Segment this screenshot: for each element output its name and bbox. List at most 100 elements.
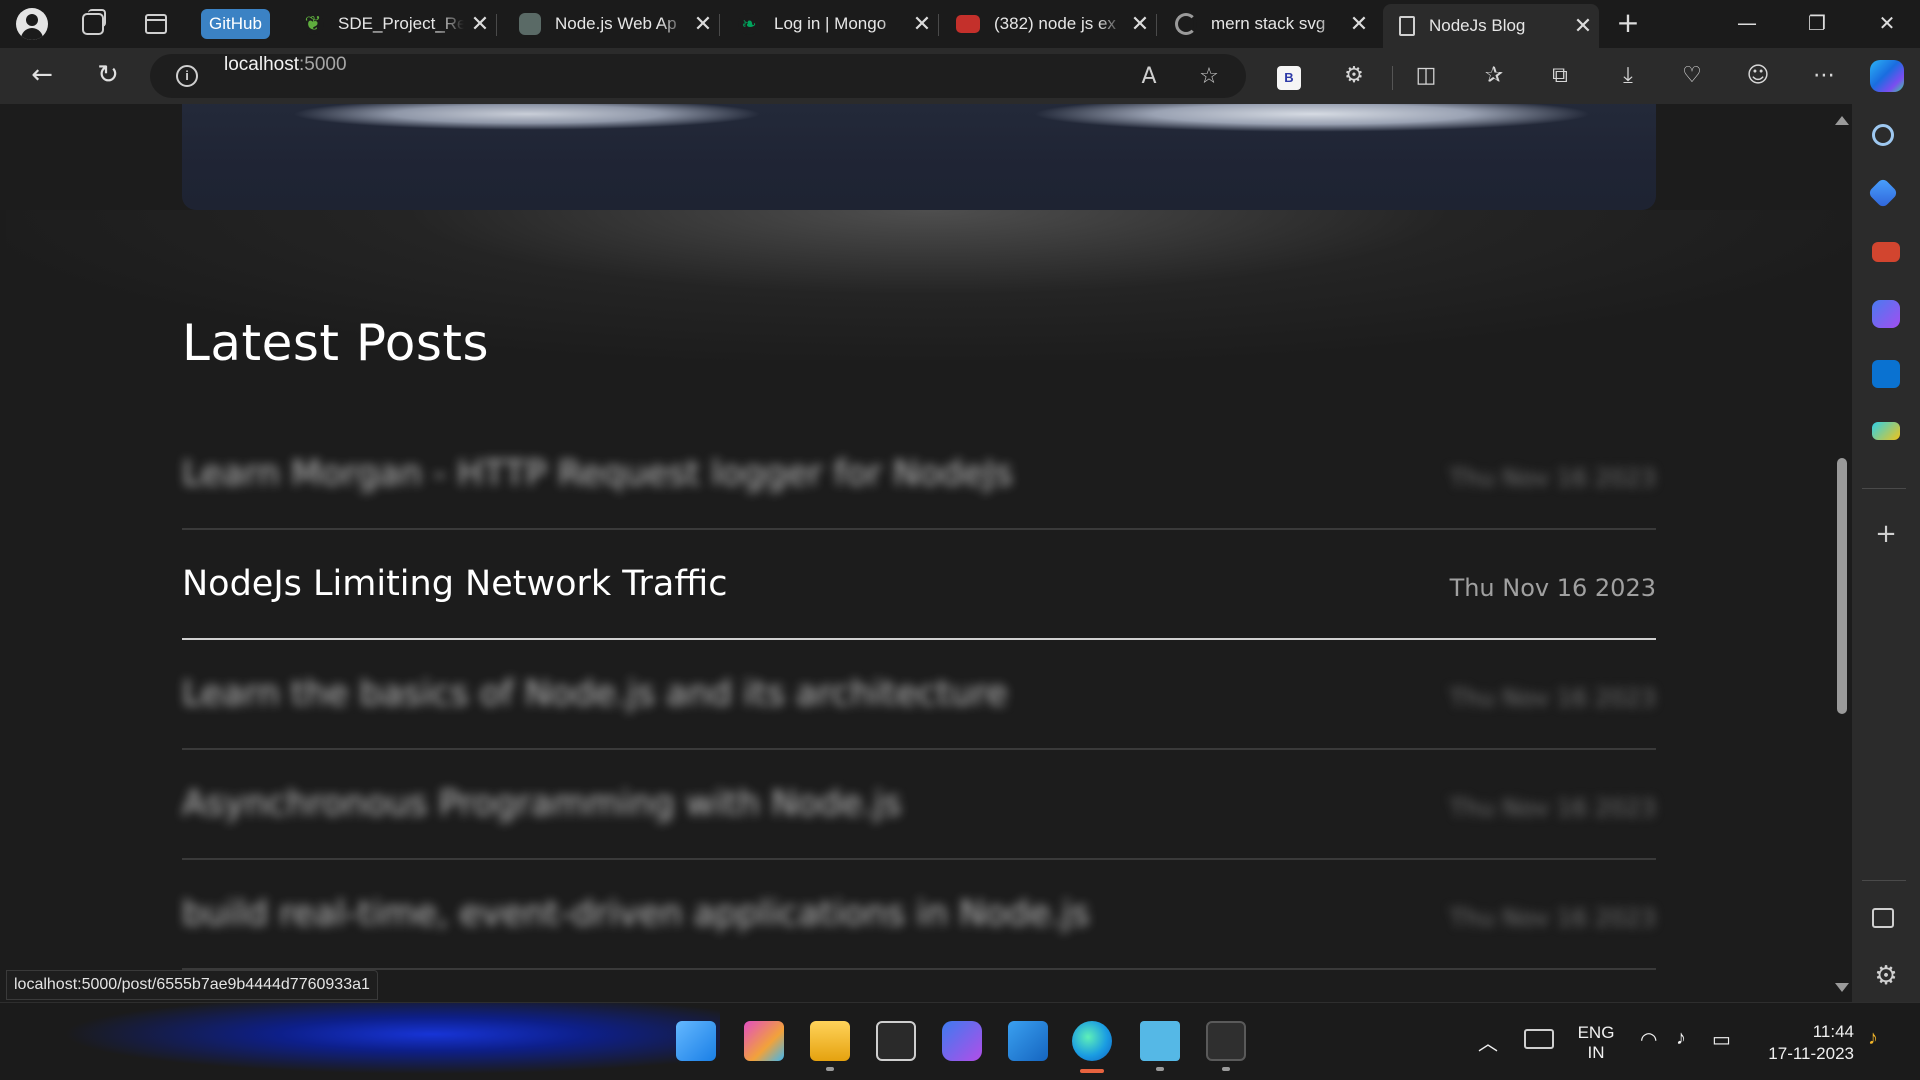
site-info-icon[interactable]: i — [176, 65, 198, 87]
address-bar[interactable]: i localhost:5000 A ☆ — [150, 54, 1246, 98]
post-list: Learn Morgan - HTTP Request logger for N… — [182, 420, 1656, 970]
post-item[interactable]: NodeJs Limiting Network Traffic Thu Nov … — [182, 530, 1656, 640]
sidebar-separator — [1862, 880, 1906, 881]
tab-nodejs-blog[interactable]: NodeJs Blog ✕ — [1383, 4, 1599, 48]
new-tab-button[interactable]: + — [1612, 8, 1644, 40]
terminal-app-icon[interactable] — [876, 1021, 916, 1061]
edge-sidebar: + ⚙ — [1852, 104, 1920, 1002]
back-arrow-icon[interactable]: ← — [26, 60, 58, 92]
tab-separator — [938, 14, 939, 36]
tab-separator — [496, 14, 497, 36]
close-tab-icon[interactable]: ✕ — [1343, 11, 1375, 37]
copilot-pre-icon[interactable] — [744, 1021, 784, 1061]
search-icon[interactable] — [1872, 124, 1894, 146]
favorites-icon[interactable]: ✰ — [1478, 60, 1510, 92]
close-tab-icon[interactable]: ✕ — [1124, 11, 1156, 37]
wallpaper-peek — [0, 1003, 720, 1080]
tab-sde-project[interactable]: ❦ SDE_Project_Re ✕ — [290, 0, 497, 48]
openai-icon — [519, 13, 541, 35]
send-icon[interactable] — [1872, 422, 1900, 440]
close-tab-icon[interactable]: ✕ — [906, 11, 938, 37]
shopping-tag-icon[interactable] — [1867, 177, 1899, 209]
hero-cloud-shape — [1032, 104, 1592, 132]
notepad-icon[interactable] — [1140, 1021, 1180, 1061]
sidebar-settings-gear-icon[interactable]: ⚙ — [1872, 962, 1900, 990]
volume-icon[interactable]: ♪ — [1676, 1027, 1686, 1050]
outlook-icon[interactable] — [1872, 360, 1900, 388]
page-scrollbar[interactable] — [1830, 108, 1852, 1000]
tab-mongodb-login[interactable]: ❧ Log in | Mongo ✕ — [726, 0, 939, 48]
post-title[interactable]: build real-time, event-driven applicatio… — [182, 894, 1090, 934]
collections-icon[interactable]: ⧉ — [1544, 60, 1576, 92]
extensions-puzzle-icon[interactable]: ⚙ — [1338, 60, 1370, 92]
downloads-icon[interactable]: ⤓ — [1612, 60, 1644, 92]
post-item[interactable]: build real-time, event-driven applicatio… — [182, 860, 1656, 970]
split-screen-icon[interactable]: ◫ — [1410, 60, 1442, 92]
wifi-icon[interactable]: ◠ — [1640, 1027, 1657, 1052]
refresh-icon[interactable]: ↻ — [92, 60, 124, 92]
post-title[interactable]: NodeJs Limiting Network Traffic — [182, 564, 727, 604]
keyboard-icon[interactable] — [1524, 1029, 1554, 1049]
post-date: Thu Nov 16 2023 — [1449, 464, 1656, 492]
youtube-icon — [956, 15, 980, 33]
running-indicator — [826, 1067, 834, 1071]
tab-title: mern stack svg — [1211, 14, 1326, 33]
tab-title: Log in | Mongo — [774, 14, 887, 33]
url-text[interactable]: localhost:5000 — [224, 54, 347, 76]
vscode-icon[interactable] — [1008, 1021, 1048, 1061]
tab-google-search[interactable]: mern stack svg ✕ — [1163, 0, 1375, 48]
copilot-sidebar-icon[interactable] — [1872, 300, 1900, 328]
minimize-button[interactable]: — — [1712, 0, 1782, 48]
edge-browser-icon[interactable] — [1072, 1021, 1112, 1061]
running-indicator — [1222, 1067, 1230, 1071]
vertical-tabs-button[interactable] — [140, 8, 172, 40]
settings-more-icon[interactable]: ⋯ — [1808, 60, 1840, 92]
show-hidden-icons-chevron-icon[interactable]: ︿ — [1478, 1027, 1498, 1056]
scrollbar-thumb[interactable] — [1837, 458, 1847, 714]
avatar — [16, 8, 48, 40]
section-title: Latest Posts — [182, 314, 490, 372]
notification-bell-icon[interactable]: ♪ — [1868, 1027, 1878, 1050]
post-item[interactable]: Learn Morgan - HTTP Request logger for N… — [182, 420, 1656, 530]
hide-sidebar-icon[interactable] — [1872, 908, 1894, 928]
post-title[interactable]: Learn the basics of Node.js and its arch… — [182, 674, 1008, 714]
favorite-star-icon[interactable]: ☆ — [1196, 64, 1222, 90]
post-title[interactable]: Asynchronous Programming with Node.js — [182, 784, 902, 824]
clock[interactable]: 11:44 17-11-2023 — [1756, 1021, 1854, 1065]
copilot-app-icon[interactable] — [942, 1021, 982, 1061]
close-tab-icon[interactable]: ✕ — [1567, 13, 1599, 39]
read-aloud-icon[interactable]: A — [1136, 64, 1162, 90]
windows-start-icon[interactable] — [676, 1021, 716, 1061]
link-preview-status: localhost:5000/post/6555b7ae9b4444d77609… — [6, 970, 378, 1000]
add-sidebar-app-icon[interactable]: + — [1872, 520, 1900, 548]
file-explorer-icon[interactable] — [810, 1021, 850, 1061]
windows-terminal-icon[interactable] — [1206, 1021, 1246, 1061]
battery-icon[interactable]: ▭ — [1712, 1027, 1731, 1052]
close-tab-icon[interactable]: ✕ — [687, 11, 719, 37]
tab-title: Node.js Web Ap — [555, 14, 677, 33]
close-tab-icon[interactable]: ✕ — [464, 11, 496, 37]
tools-icon[interactable] — [1872, 242, 1900, 262]
language-indicator[interactable]: ENG IN — [1574, 1023, 1618, 1063]
feedback-icon[interactable]: ☺ — [1742, 60, 1774, 92]
region-code: IN — [1587, 1043, 1605, 1062]
mongodb-leaf-icon: ❧ — [738, 13, 760, 35]
tab-separator — [1156, 14, 1157, 36]
post-title[interactable]: Learn Morgan - HTTP Request logger for N… — [182, 454, 1013, 494]
browser-essentials-icon[interactable]: ♡ — [1676, 60, 1708, 92]
post-item[interactable]: Learn the basics of Node.js and its arch… — [182, 640, 1656, 750]
close-window-button[interactable]: ✕ — [1852, 0, 1920, 48]
post-item[interactable]: Asynchronous Programming with Node.js Th… — [182, 750, 1656, 860]
restore-button[interactable]: ❐ — [1782, 0, 1852, 48]
page-icon — [1399, 16, 1415, 36]
pinned-tab-github[interactable]: GitHub — [201, 9, 270, 39]
workspaces-button[interactable] — [77, 8, 109, 40]
bing-extension-icon[interactable]: B — [1277, 66, 1301, 90]
scroll-up-arrow-icon[interactable] — [1835, 116, 1849, 125]
running-indicator — [1156, 1067, 1164, 1071]
tab-youtube[interactable]: (382) node js ex ✕ — [944, 0, 1157, 48]
profile-button[interactable] — [16, 8, 48, 40]
copilot-icon[interactable] — [1870, 60, 1904, 92]
tab-nodejs-web-app[interactable]: Node.js Web Ap ✕ — [507, 0, 720, 48]
scroll-down-arrow-icon[interactable] — [1835, 983, 1849, 992]
